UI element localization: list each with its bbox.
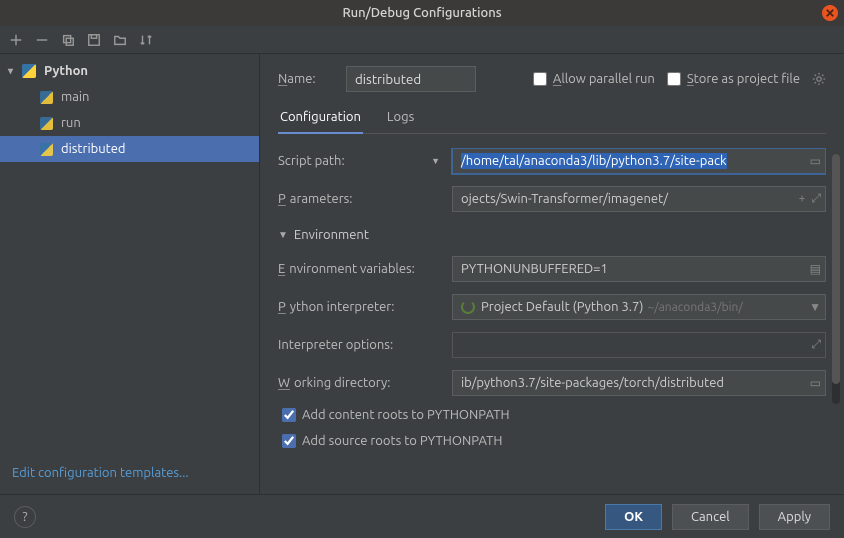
spinner-icon	[461, 300, 475, 314]
save-config-button[interactable]	[86, 32, 102, 48]
parameters-field[interactable]: ojects/Swin-Transformer/imagenet/ + ⤢	[452, 186, 826, 212]
save-icon	[87, 33, 101, 47]
add-source-roots-input[interactable]	[282, 434, 296, 448]
cancel-button[interactable]: Cancel	[672, 504, 749, 530]
store-project-checkbox[interactable]: Store as project file	[667, 72, 800, 86]
sort-icon	[139, 33, 153, 47]
chevron-down-icon: ▼	[278, 229, 288, 241]
tree-node-run[interactable]: run	[0, 110, 259, 136]
main-panel: Name: Allow parallel run Store as projec…	[260, 54, 844, 494]
list-icon[interactable]: ▤	[810, 262, 821, 276]
name-row: Name: Allow parallel run Store as projec…	[278, 66, 826, 92]
folder-icon[interactable]: ▭	[810, 154, 821, 168]
interpreter-hint: ~/anaconda3/bin/	[647, 301, 742, 314]
add-content-roots-label: Add content roots to PYTHONPATH	[302, 408, 510, 422]
scrollbar-thumb[interactable]	[832, 154, 840, 384]
name-label: Name:	[278, 72, 334, 86]
expand-icon[interactable]: ⤢	[811, 192, 821, 206]
workdir-field[interactable]: ib/python3.7/site-packages/torch/distrib…	[452, 370, 826, 396]
script-path-label: Script path: ▼	[278, 154, 442, 168]
store-project-input[interactable]	[667, 72, 681, 86]
parameters-label: Parameters:	[278, 192, 442, 206]
chevron-down-icon[interactable]: ▼	[809, 300, 821, 314]
config-form: Script path: ▼ /home/tal/anaconda3/lib/p…	[278, 148, 826, 448]
folder-icon	[113, 33, 127, 47]
add-source-roots-label: Add source roots to PYTHONPATH	[302, 434, 502, 448]
python-icon	[40, 143, 53, 156]
python-icon	[40, 117, 53, 130]
interpreter-label: Python interpreter:	[278, 300, 442, 314]
store-project-label: Store as project file	[687, 72, 800, 86]
env-vars-value: PYTHONUNBUFFERED=1	[461, 262, 608, 276]
parameters-row: Parameters: ojects/Swin-Transformer/imag…	[278, 186, 826, 212]
titlebar: Run/Debug Configurations	[0, 0, 844, 26]
parameters-value: ojects/Swin-Transformer/imagenet/	[461, 192, 668, 206]
environment-section-title: Environment	[294, 228, 369, 242]
allow-parallel-input[interactable]	[533, 72, 547, 86]
interpreter-opts-field[interactable]: ⤢	[452, 332, 826, 358]
vertical-scrollbar[interactable]	[832, 154, 840, 404]
add-content-roots-checkbox[interactable]: Add content roots to PYTHONPATH	[278, 408, 826, 422]
copy-icon	[61, 33, 75, 47]
env-vars-label: Environment variables:	[278, 262, 442, 276]
interpreter-opts-label: Interpreter options:	[278, 338, 442, 352]
tab-configuration[interactable]: Configuration	[278, 104, 363, 134]
interpreter-opts-row: Interpreter options: ⤢	[278, 332, 826, 358]
env-vars-row: Environment variables: PYTHONUNBUFFERED=…	[278, 256, 826, 282]
tree-item-label: main	[61, 90, 89, 104]
name-input[interactable]	[346, 66, 476, 92]
tab-logs[interactable]: Logs	[385, 104, 416, 133]
sort-button[interactable]	[138, 32, 154, 48]
edit-templates-link[interactable]: Edit configuration templates...	[12, 466, 189, 480]
environment-section-header[interactable]: ▼ Environment	[278, 224, 826, 244]
interpreter-dropdown[interactable]: Project Default (Python 3.7) ~/anaconda3…	[452, 294, 826, 320]
allow-parallel-label: Allow parallel run	[553, 72, 655, 86]
close-icon	[826, 9, 834, 17]
env-vars-field[interactable]: PYTHONUNBUFFERED=1 ▤	[452, 256, 826, 282]
folder-button[interactable]	[112, 32, 128, 48]
sidebar-footer: Edit configuration templates...	[0, 456, 259, 494]
gear-icon[interactable]	[812, 72, 826, 86]
tabs: Configuration Logs	[278, 104, 826, 134]
tree-node-main[interactable]: main	[0, 84, 259, 110]
python-icon	[22, 64, 36, 78]
config-toolbar	[0, 26, 844, 54]
chevron-down-icon[interactable]: ▼	[431, 156, 440, 166]
help-button[interactable]: ?	[14, 506, 36, 528]
plus-icon	[9, 33, 23, 47]
remove-config-button[interactable]	[34, 32, 50, 48]
script-path-value: /home/tal/anaconda3/lib/python3.7/site-p…	[461, 153, 727, 169]
interpreter-value: Project Default (Python 3.7)	[481, 300, 643, 314]
window-title: Run/Debug Configurations	[342, 6, 501, 20]
apply-button[interactable]: Apply	[759, 504, 830, 530]
minus-icon	[35, 33, 49, 47]
workdir-label: Working directory:	[278, 376, 442, 390]
script-path-row: Script path: ▼ /home/tal/anaconda3/lib/p…	[278, 148, 826, 174]
python-icon	[40, 91, 53, 104]
copy-config-button[interactable]	[60, 32, 76, 48]
add-content-roots-input[interactable]	[282, 408, 296, 422]
allow-parallel-checkbox[interactable]: Allow parallel run	[533, 72, 655, 86]
tree-node-python[interactable]: ▾ Python	[0, 58, 259, 84]
bottombar: ? OK Cancel Apply	[0, 494, 844, 538]
chevron-down-icon: ▾	[8, 65, 18, 77]
script-path-field[interactable]: /home/tal/anaconda3/lib/python3.7/site-p…	[452, 148, 826, 174]
sidebar: ▾ Python main run distributed Edit confi…	[0, 54, 260, 494]
add-source-roots-checkbox[interactable]: Add source roots to PYTHONPATH	[278, 434, 826, 448]
tree-item-label: run	[61, 116, 81, 130]
workdir-row: Working directory: ib/python3.7/site-pac…	[278, 370, 826, 396]
expand-icon[interactable]: ⤢	[811, 338, 821, 352]
plus-icon[interactable]: +	[799, 192, 806, 206]
tree-root-label: Python	[44, 64, 88, 78]
ok-button[interactable]: OK	[605, 504, 662, 530]
workdir-value: ib/python3.7/site-packages/torch/distrib…	[461, 376, 724, 390]
body: ▾ Python main run distributed Edit confi…	[0, 54, 844, 494]
interpreter-row: Python interpreter: Project Default (Pyt…	[278, 294, 826, 320]
tree-node-distributed[interactable]: distributed	[0, 136, 259, 162]
config-tree: ▾ Python main run distributed	[0, 54, 259, 456]
folder-icon[interactable]: ▭	[810, 376, 821, 390]
window-close-button[interactable]	[822, 5, 838, 21]
tree-item-label: distributed	[61, 142, 126, 156]
add-config-button[interactable]	[8, 32, 24, 48]
